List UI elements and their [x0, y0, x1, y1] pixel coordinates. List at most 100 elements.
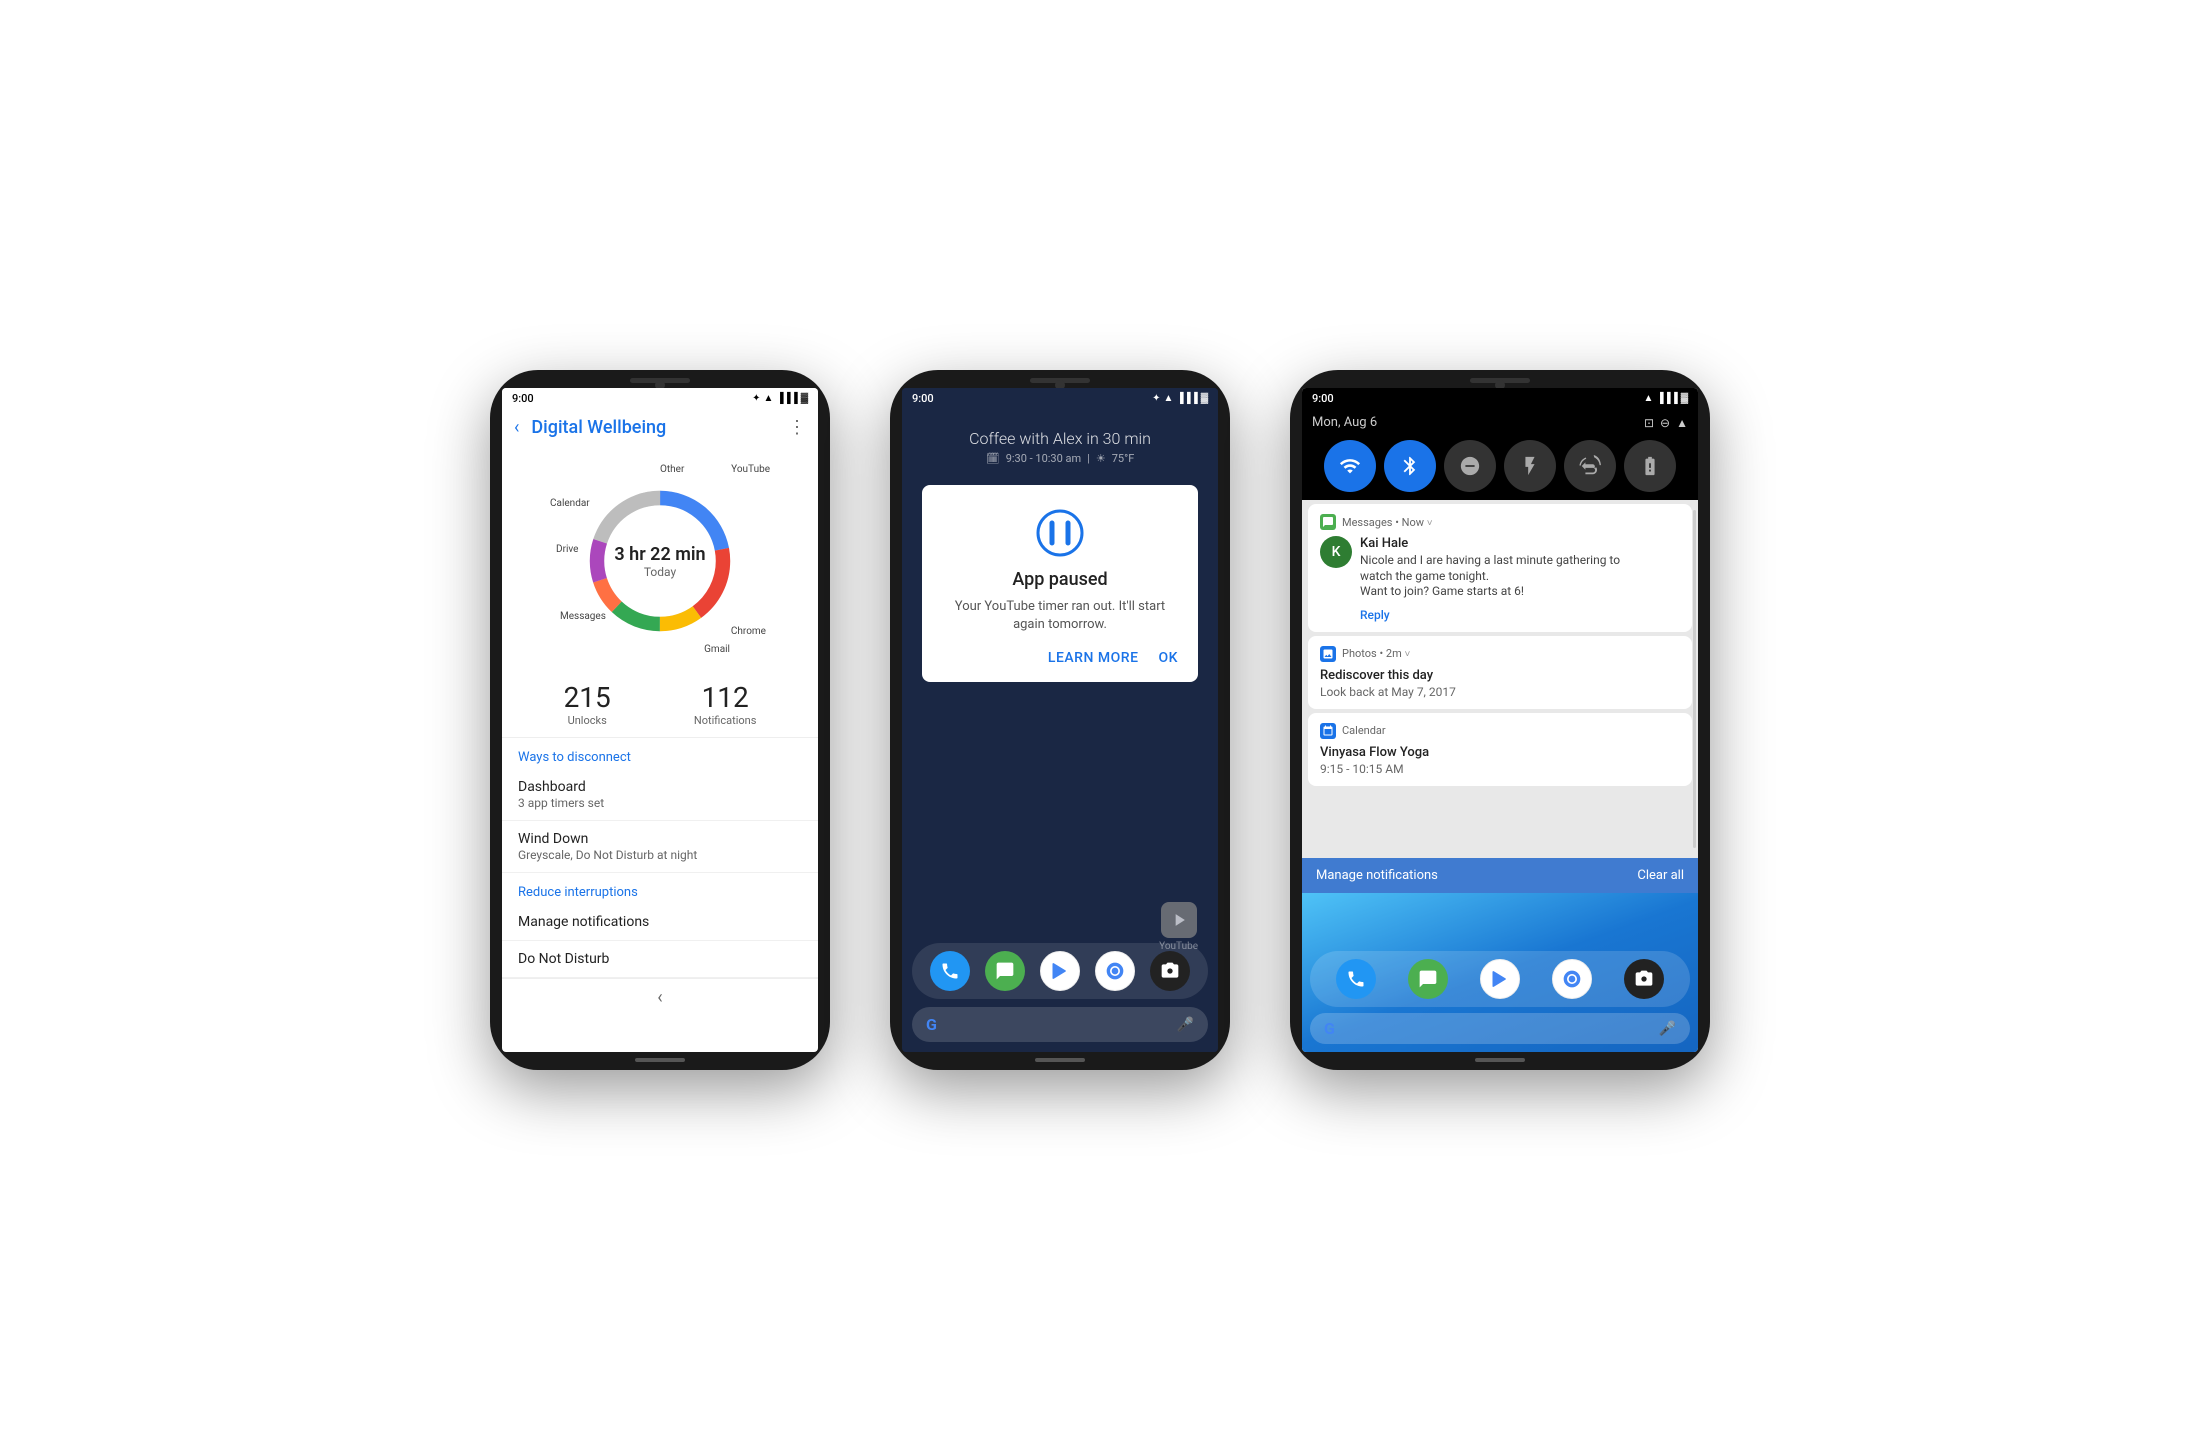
- home-indicator-2: [1035, 1058, 1085, 1062]
- calendar-event-title: Vinyasa Flow Yoga: [1320, 745, 1680, 760]
- qs-bluetooth-tile[interactable]: [1384, 440, 1436, 492]
- qs-battery-tile[interactable]: [1624, 440, 1676, 492]
- signal-icon-2: ▐▐▐: [1176, 393, 1197, 404]
- phone-2: 9:00 ✦ ▲ ▐▐▐ ▓ Coffee with Alex in 30 mi…: [890, 370, 1230, 1070]
- message-text: Nicole and I are having a last minute ga…: [1360, 553, 1680, 600]
- bottom-nav: ‹: [502, 978, 818, 1016]
- app-paused-title: App paused: [942, 569, 1178, 590]
- google-search-bar-2[interactable]: G 🎤: [912, 1007, 1208, 1042]
- messages-app-name: Messages • Now ˅: [1342, 516, 1680, 529]
- label-other: Other: [660, 464, 684, 475]
- wind-down-label: Wind Down: [518, 831, 802, 847]
- calendar-notif-header: Calendar: [1320, 723, 1680, 739]
- wind-down-sublabel: Greyscale, Do Not Disturb at night: [518, 848, 802, 862]
- dialog-buttons: Learn more OK: [942, 650, 1178, 666]
- phones-container: 9:00 ✦ ▲ ▐▐▐ ▓ ‹ Digital Wellbeing ⋮: [490, 370, 1710, 1070]
- calendar-event-time: 9:15 - 10:15 AM: [1320, 762, 1680, 776]
- label-chrome: Chrome: [731, 626, 766, 637]
- manage-notifications-label: Manage notifications: [518, 914, 802, 930]
- calendar-app-name: Calendar: [1342, 724, 1680, 737]
- dock-play-store-3[interactable]: [1480, 959, 1520, 999]
- back-button[interactable]: ‹: [514, 417, 519, 438]
- status-icons-1: ✦ ▲ ▐▐▐ ▓: [752, 393, 808, 404]
- yt-label: YouTube: [1159, 941, 1198, 952]
- date-row: Mon, Aug 6 ⊡ ⊖ ▲: [1302, 409, 1698, 434]
- phone-3-screen: 9:00 ▲ ▐▐▐ ▓ Mon, Aug 6 ⊡ ⊖ ▲: [1302, 388, 1698, 1052]
- dock-phone-3[interactable]: [1336, 959, 1376, 999]
- date-row-icons: ⊡ ⊖ ▲: [1644, 416, 1688, 430]
- label-messages: Messages: [560, 611, 606, 622]
- dnd-icon[interactable]: ⊖: [1660, 416, 1670, 430]
- donut-time-label: 3 hr 22 min: [614, 544, 705, 565]
- learn-more-button[interactable]: Learn more: [1048, 650, 1139, 666]
- app-paused-body: Your YouTube timer ran out. It'll start …: [942, 598, 1178, 634]
- dock-camera[interactable]: [1150, 951, 1190, 991]
- dock-chrome[interactable]: [1095, 951, 1135, 991]
- bluetooth-icon: ✦: [752, 393, 760, 404]
- bt-icon-2: ✦: [1152, 393, 1160, 404]
- battery-icon-3: ▓: [1681, 393, 1688, 404]
- phone-2-screen: 9:00 ✦ ▲ ▐▐▐ ▓ Coffee with Alex in 30 mi…: [902, 388, 1218, 1052]
- photos-dropdown[interactable]: ˅: [1404, 649, 1410, 660]
- phone-1-screen: 9:00 ✦ ▲ ▐▐▐ ▓ ‹ Digital Wellbeing ⋮: [502, 388, 818, 1052]
- ok-button[interactable]: OK: [1159, 650, 1179, 666]
- more-options-button[interactable]: ⋮: [788, 417, 806, 438]
- calendar-notification[interactable]: Calendar Vinyasa Flow Yoga 9:15 - 10:15 …: [1308, 713, 1692, 786]
- photos-notification[interactable]: Photos • 2m ˅ Rediscover this day Look b…: [1308, 636, 1692, 709]
- dw-header: ‹ Digital Wellbeing ⋮: [502, 409, 818, 446]
- dock-messages-3[interactable]: [1408, 959, 1448, 999]
- photos-subtitle: Look back at May 7, 2017: [1320, 685, 1680, 699]
- status-icons-3: ▲ ▐▐▐ ▓: [1644, 393, 1688, 404]
- battery-icon: ▓: [801, 393, 808, 404]
- cal-title: Coffee with Alex in 30 min: [922, 429, 1198, 448]
- google-logo-3: G: [1324, 1019, 1335, 1038]
- weather-temp: 75°F: [1112, 452, 1135, 465]
- qs-dnd-tile[interactable]: [1444, 440, 1496, 492]
- messages-notification[interactable]: Messages • Now ˅ K Kai Hale Nicole and I…: [1308, 504, 1692, 632]
- dock-messages[interactable]: [985, 951, 1025, 991]
- photos-title: Rediscover this day: [1320, 668, 1680, 683]
- dock-chrome-3[interactable]: [1552, 959, 1592, 999]
- wifi-qs-icon[interactable]: ▲: [1676, 416, 1688, 430]
- scrollbar: [1693, 510, 1696, 848]
- qs-wifi-tile[interactable]: [1324, 440, 1376, 492]
- manage-notifications-item[interactable]: Manage notifications: [502, 904, 818, 941]
- ways-to-disconnect-title: Ways to disconnect: [502, 738, 818, 769]
- do-not-disturb-label: Do Not Disturb: [518, 951, 802, 967]
- label-youtube: YouTube: [731, 464, 770, 475]
- donut-center: 3 hr 22 min Today: [614, 544, 705, 579]
- reply-button[interactable]: Reply: [1360, 608, 1680, 622]
- status-icons-2: ✦ ▲ ▐▐▐ ▓: [1152, 393, 1208, 404]
- google-search-bar-3[interactable]: G 🎤: [1310, 1013, 1690, 1044]
- cal-separator: |: [1087, 452, 1090, 465]
- manage-notif-label[interactable]: Manage notifications: [1316, 868, 1438, 883]
- phone2-homescreen: YouTube: [902, 692, 1218, 1052]
- qs-flashlight-tile[interactable]: [1504, 440, 1556, 492]
- dock-phone[interactable]: [930, 951, 970, 991]
- do-not-disturb-item[interactable]: Do Not Disturb: [502, 941, 818, 978]
- google-logo-2: G: [926, 1015, 937, 1034]
- notifications-scroll: Messages • Now ˅ K Kai Hale Nicole and I…: [1302, 500, 1698, 858]
- dw-title: Digital Wellbeing: [531, 417, 788, 438]
- dashboard-item[interactable]: Dashboard 3 app timers set: [502, 769, 818, 821]
- calendar-app-icon: [1320, 723, 1336, 739]
- messages-dropdown[interactable]: ˅: [1427, 518, 1433, 529]
- clear-all-button[interactable]: Clear all: [1637, 868, 1684, 883]
- back-nav-icon[interactable]: ‹: [657, 987, 662, 1008]
- cal-subtitle: 🗓 9:30 - 10:30 am | ☀ 75°F: [922, 452, 1198, 465]
- phone3-homescreen: G 🎤: [1302, 893, 1698, 1052]
- unlocks-label: Unlocks: [564, 714, 611, 727]
- dock-camera-3[interactable]: [1624, 959, 1664, 999]
- reduce-interruptions-title: Reduce interruptions: [502, 873, 818, 904]
- label-drive: Drive: [556, 544, 578, 555]
- wind-down-item[interactable]: Wind Down Greyscale, Do Not Disturb at n…: [502, 821, 818, 873]
- weather-icon: ☀: [1096, 452, 1106, 465]
- qs-rotate-tile[interactable]: [1564, 440, 1616, 492]
- notifications-stat: 112 Notifications: [694, 681, 757, 727]
- photos-app-name: Photos • 2m ˅: [1342, 647, 1680, 660]
- unlocks-number: 215: [564, 681, 611, 714]
- cast-icon[interactable]: ⊡: [1644, 416, 1654, 430]
- kai-avatar: K: [1320, 536, 1352, 568]
- messages-app-icon: [1320, 514, 1336, 530]
- dock-play-store[interactable]: [1040, 951, 1080, 991]
